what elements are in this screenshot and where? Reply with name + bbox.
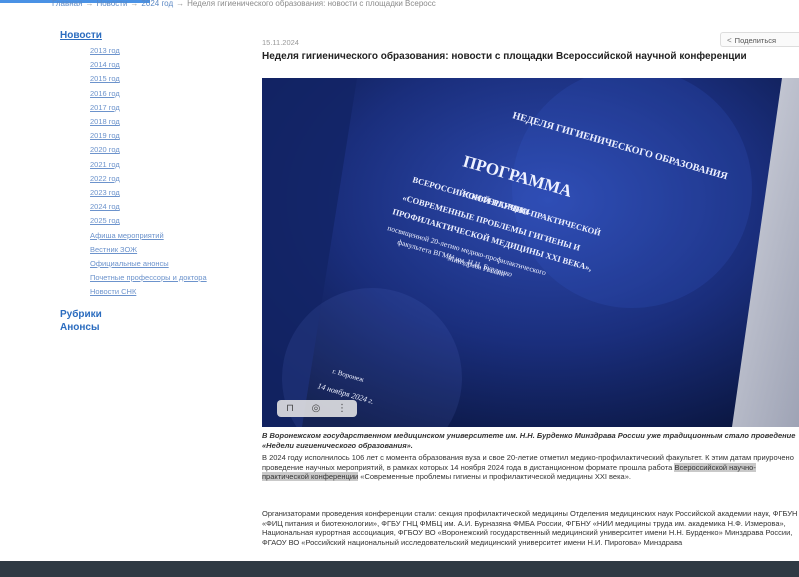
photo-toolbar: ⊓ ◎ ⋮ [277,400,357,417]
sidebar-heading-news[interactable]: Новости [60,30,230,41]
sidebar-item-year[interactable]: 2018 год [90,115,230,129]
article-title: Неделя гигиенического образования: новос… [262,51,747,62]
sidebar-item-year[interactable]: 2022 год [90,172,230,186]
bottom-bar [0,561,799,577]
breadcrumb-year[interactable]: 2024 год [141,0,173,8]
sidebar-item-year[interactable]: 2017 год [90,101,230,115]
article-lead: В Воронежском государственном медицинско… [262,431,796,450]
more-options-icon[interactable]: ⋮ [329,400,355,417]
share-icon: < [727,36,732,45]
sidebar-item-year[interactable]: 2014 год [90,58,230,72]
breadcrumb-current: Неделя гигиенического образования: новос… [187,0,436,8]
sidebar: Новости 2013 год 2014 год 2015 год 2016 … [60,30,230,333]
sidebar-heading-rubrics[interactable]: Рубрики [60,309,230,320]
share-button[interactable]: < Поделиться [720,32,799,47]
paragraph-text: «Современные проблемы гигиены и профилак… [358,472,631,481]
sidebar-item-honorary-professors[interactable]: Почетные профессоры и доктора [90,273,230,287]
breadcrumb-news[interactable]: Новости [96,0,127,8]
sidebar-heading-announcements[interactable]: Анонсы [60,322,230,333]
sidebar-item-events[interactable]: Афиша мероприятий [90,231,230,245]
breadcrumb: Главная → Новости → 2024 год → Неделя гигиенич… [52,0,792,12]
sidebar-item-year[interactable]: 2019 год [90,129,230,143]
breadcrumb-separator: → [176,0,185,8]
article-photo[interactable]: НЕДЕЛЯ ГИГИЕНИЧЕСКОГО ОБРАЗОВАНИЯ ПРОГРА… [262,78,799,427]
sidebar-item-year[interactable]: 2013 год [90,44,230,58]
bookmark-icon[interactable]: ⊓ [277,400,303,417]
breadcrumb-separator: → [130,0,139,8]
sidebar-item-student-society-news[interactable]: Новости СНК [90,287,230,301]
article-date: 15.11.2024 [262,38,299,47]
sidebar-year-list: 2013 год 2014 год 2015 год 2016 год 2017… [60,44,230,229]
sidebar-item-year[interactable]: 2021 год [90,158,230,172]
article-paragraph: Организаторами проведения конференции ст… [262,509,798,547]
sidebar-item-year[interactable]: 2020 год [90,143,230,157]
program-booklet-image: НЕДЕЛЯ ГИГИЕНИЧЕСКОГО ОБРАЗОВАНИЯ ПРОГРА… [262,78,799,427]
breadcrumb-home[interactable]: Главная [52,0,82,8]
breadcrumb-separator: → [85,0,94,8]
sidebar-item-official-announcements[interactable]: Официальные анонсы [90,259,230,273]
sidebar-item-year[interactable]: 2025 год [90,214,230,228]
article-paragraph: В 2024 году исполнилось 106 лет с момент… [262,453,799,482]
sidebar-link-list: Афиша мероприятий Вестник ЗОЖ Официальны… [60,231,230,301]
sidebar-item-year[interactable]: 2016 год [90,87,230,101]
sidebar-item-year[interactable]: 2024 год [90,200,230,214]
sidebar-item-year[interactable]: 2015 год [90,72,230,86]
sidebar-item-year[interactable]: 2023 год [90,186,230,200]
camera-icon[interactable]: ◎ [303,400,329,417]
sidebar-item-healthy-lifestyle[interactable]: Вестник ЗОЖ [90,245,230,259]
share-label: Поделиться [734,36,777,45]
